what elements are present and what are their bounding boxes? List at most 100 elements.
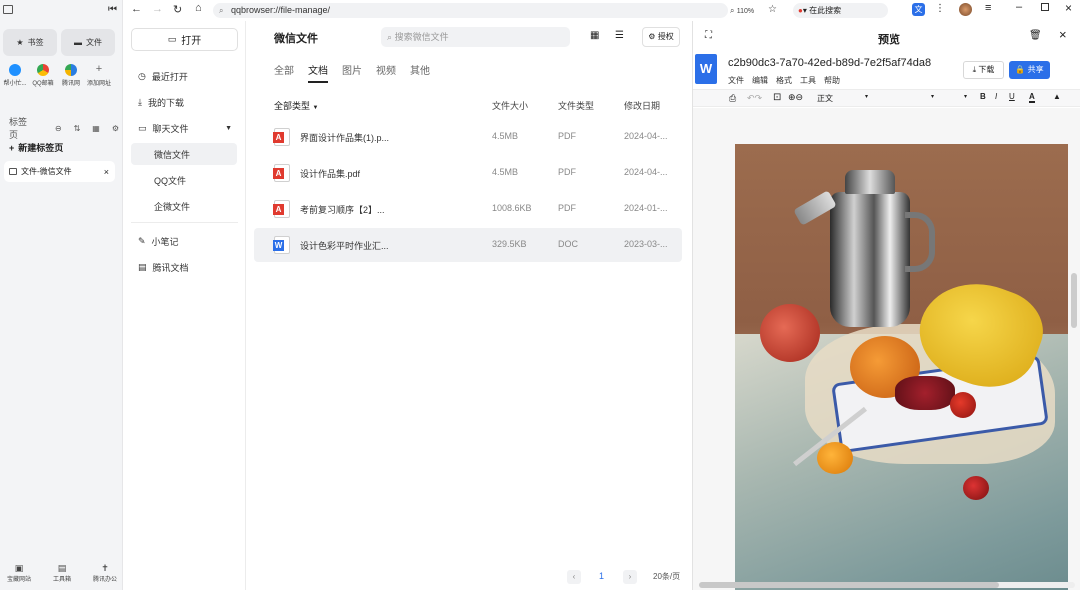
translate-icon[interactable]: 文 [912, 3, 925, 16]
quick-link[interactable]: 腾讯网 [58, 64, 84, 87]
style-select[interactable]: 正文 [817, 93, 833, 104]
nav-downloads[interactable]: ⤓ 我的下载 [124, 90, 244, 114]
col-date[interactable]: 修改日期 [624, 99, 660, 112]
grid-icon[interactable]: ▦ [92, 124, 100, 133]
close-icon[interactable]: × [1059, 27, 1067, 42]
favorite-icon[interactable]: ☆ [768, 2, 777, 17]
new-tab-button[interactable]: + 新建标签页 [9, 141, 63, 154]
word-icon: W [273, 236, 290, 254]
sort-icon[interactable]: ⇅ [74, 124, 81, 133]
prev-page-button[interactable]: ‹ [567, 570, 581, 584]
calendar-icon[interactable]: ▦ [590, 30, 599, 41]
next-page-button[interactable]: › [623, 570, 637, 584]
table-row[interactable]: A 设计作品集.pdf 4.5MB PDF 2024-04-... [254, 156, 682, 190]
trash-icon[interactable]: 🗑 [1029, 30, 1042, 41]
address-bar[interactable]: ⌕ qqbrowser://file-manage/ ⌕ 110% ☆ [213, 3, 777, 18]
settings-icon[interactable]: ⚙ [112, 124, 119, 133]
type-filter[interactable]: 全部类型 ▼ [274, 99, 318, 112]
italic-icon[interactable]: I [995, 92, 997, 101]
file-button[interactable]: ▬ 文件 [61, 29, 115, 56]
document-canvas [693, 108, 1080, 590]
underline-icon[interactable]: U [1009, 92, 1015, 101]
table-row[interactable]: A 考前复习顺序【2】... 1008.6KB PDF 2024-01-... [254, 192, 682, 226]
undo-icon[interactable]: ↶↷ [747, 93, 762, 104]
bottom-item[interactable]: ✝ 腾讯办公 [90, 563, 120, 583]
auth-button[interactable]: ⚙ 授权 [642, 27, 680, 47]
select-icon[interactable]: ⊡ [773, 92, 781, 103]
zoom-level[interactable]: ⌕ 110% [730, 3, 754, 19]
zoom-icon[interactable]: ⊕⊖ [788, 92, 803, 103]
font-color-icon[interactable]: A [1029, 92, 1035, 103]
minimize-icon[interactable]: – [1016, 1, 1022, 13]
menu-tools[interactable]: 工具 [800, 75, 816, 86]
format-toolbar: ⎙ ↶↷ ⊡ ⊕⊖ 正文 ▾ ▾ ▾ B I U A ▲ [693, 89, 1080, 107]
menu-format[interactable]: 格式 [776, 75, 792, 86]
forward-icon[interactable]: → [152, 3, 163, 15]
maximize-icon[interactable] [1041, 3, 1049, 11]
tab-images[interactable]: 图片 [342, 62, 362, 83]
nav-wechat-files[interactable]: 微信文件 [131, 143, 237, 165]
scrollbar-thumb[interactable] [699, 582, 999, 588]
print-icon[interactable]: ⎙ [729, 93, 736, 104]
caret-down-icon: ▼ [312, 105, 319, 111]
nav-notes[interactable]: ✎ 小笔记 [124, 229, 244, 253]
sort-icon[interactable]: ☰ [615, 30, 624, 41]
quick-link[interactable]: 帮小忙... [2, 64, 28, 87]
menu-file[interactable]: 文件 [728, 75, 744, 86]
bold-icon[interactable]: B [980, 92, 986, 101]
quick-link[interactable]: QQ邮箱 [30, 64, 56, 87]
search-input[interactable]: ⌕ 搜索微信文件 [381, 27, 570, 47]
chevron-down-icon[interactable]: ▾ [931, 93, 934, 100]
search-box[interactable]: ●▾ 在此搜索 [793, 3, 888, 18]
active-tab[interactable]: 文件-微信文件 × [4, 161, 115, 182]
document-name: c2b90dc3-7a70-42ed-b89d-7e2f5af74da8 [728, 57, 932, 69]
col-size[interactable]: 文件大小 [492, 99, 528, 112]
table-row-selected[interactable]: W 设计色彩平时作业汇... 329.5KB DOC 2023-03-... [254, 228, 682, 262]
scrollbar-thumb[interactable] [1071, 273, 1077, 328]
menu-edit[interactable]: 编辑 [752, 75, 768, 86]
page-number[interactable]: 1 [599, 571, 604, 581]
bookmark-button[interactable]: ★ 书签 [3, 29, 57, 56]
close-icon[interactable]: × [104, 167, 109, 177]
highlight-icon[interactable]: ▲ [1053, 92, 1061, 101]
open-button[interactable]: ▭ 打开 [131, 28, 238, 51]
file-list-panel: 微信文件 ⌕ 搜索微信文件 ▦ ☰ ⚙ 授权 全部 文档 图片 视频 其他 全部… [246, 21, 692, 590]
share-button[interactable]: 🔒 共享 [1009, 61, 1050, 79]
bottom-item[interactable]: ▤ 工具箱 [47, 563, 77, 583]
tab-other[interactable]: 其他 [410, 62, 430, 83]
table-row[interactable]: A 界面设计作品集(1).p... 4.5MB PDF 2024-04-... [254, 120, 682, 154]
home-icon[interactable]: ⌂ [195, 2, 202, 14]
col-type[interactable]: 文件类型 [558, 99, 594, 112]
back-icon[interactable]: ← [131, 3, 142, 15]
more-icon[interactable]: ⋮ [935, 3, 945, 14]
refresh-icon[interactable]: ⊖ [55, 124, 62, 133]
bottom-item[interactable]: ▣ 宝藏网站 [4, 563, 34, 583]
download-button[interactable]: ⤓ 下载 [963, 61, 1004, 79]
nav-wecom-files[interactable]: 企微文件 [124, 195, 244, 217]
nav-recent[interactable]: ◷ 最近打开 [124, 64, 244, 88]
reload-icon[interactable]: ↻ [173, 3, 182, 16]
menu-icon[interactable]: ≡ [985, 2, 991, 14]
chevron-down-icon[interactable]: ▾ [964, 93, 967, 100]
tab-all[interactable]: 全部 [274, 62, 294, 83]
still-life-image [735, 144, 1068, 590]
tab-videos[interactable]: 视频 [376, 62, 396, 83]
fullscreen-icon[interactable]: ⛶ [705, 30, 712, 41]
chevron-down-icon[interactable]: ▾ [865, 93, 868, 100]
menu-help[interactable]: 帮助 [824, 75, 840, 86]
avatar[interactable] [959, 3, 972, 16]
nav-tencent-docs[interactable]: ▤ 腾讯文档 [124, 255, 244, 279]
plus-icon: + [95, 63, 103, 75]
tab-docs[interactable]: 文档 [308, 62, 328, 83]
close-window-icon[interactable]: × [1065, 1, 1072, 15]
nav-qq-files[interactable]: QQ文件 [124, 169, 244, 191]
file-nav: ▭ 打开 ◷ 最近打开 ⤓ 我的下载 ▭ 聊天文件 ▼ 微信文件 QQ文件 企微文件 ✎ 小… [124, 21, 246, 590]
tab-bar: 全部 文档 图片 视频 其他 [274, 62, 430, 83]
page-size-select[interactable]: 20条/页 [653, 571, 680, 582]
sidebar-panel-icon[interactable] [3, 5, 13, 14]
page-title: 微信文件 [274, 33, 318, 45]
nav-chat-files[interactable]: ▭ 聊天文件 ▼ [124, 116, 244, 140]
quick-link[interactable]: + 添加网址 [86, 63, 112, 88]
sidebar-collapse-icon[interactable]: ⏮ [108, 4, 117, 15]
horizontal-scrollbar[interactable] [699, 582, 1075, 588]
